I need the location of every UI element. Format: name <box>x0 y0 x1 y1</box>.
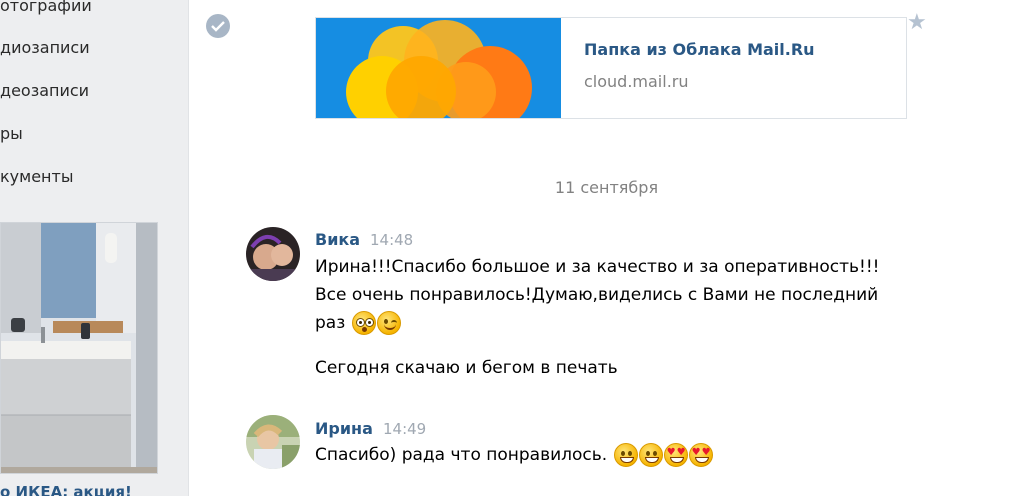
sidebar-item-games[interactable]: ры <box>0 124 23 144</box>
heart-eyes-emoji: ♥ ♥ <box>663 443 688 467</box>
avatar[interactable] <box>246 227 300 281</box>
message-text-line: Ирина!!!Спасибо большое и за качество и … <box>315 257 880 277</box>
link-title[interactable]: Папка из Облака Mail.Ru <box>584 40 815 59</box>
message-time[interactable]: 14:48 <box>370 231 413 249</box>
left-sidebar: отографии диозаписи деозаписи ры кументы… <box>0 0 188 496</box>
message-time[interactable]: 14:49 <box>383 420 426 438</box>
message-author[interactable]: Вика <box>315 230 360 249</box>
message-text: раз <box>315 313 346 333</box>
sidebar-item-audio[interactable]: диозаписи <box>0 38 90 58</box>
sidebar-item-video[interactable]: деозаписи <box>0 81 89 101</box>
message-text-line: раз <box>315 311 401 335</box>
heart-eyes-emoji: ♥ ♥ <box>688 443 713 467</box>
avatar[interactable] <box>246 415 300 469</box>
message-select-check-icon[interactable] <box>206 14 230 38</box>
message-text-line: Все очень понравилось!Думаю,виделись с В… <box>315 285 879 305</box>
grinning-face-emoji <box>613 443 638 467</box>
winking-face-emoji <box>376 311 401 335</box>
sidebar-divider <box>188 0 189 496</box>
link-url: cloud.mail.ru <box>584 72 689 91</box>
flushed-face-emoji <box>351 311 376 335</box>
sidebar-item-documents[interactable]: кументы <box>0 167 73 187</box>
message-author[interactable]: Ирина <box>315 419 373 438</box>
grinning-face-emoji <box>638 443 663 467</box>
ad-title[interactable]: о ИКЕА: акция! <box>0 483 132 496</box>
bathroom-photo <box>1 223 157 473</box>
cloud-mail-thumbnail <box>316 18 561 118</box>
message-text-line: Сегодня скачаю и бегом в печать <box>315 358 618 378</box>
link-attachment-card[interactable]: Папка из Облака Mail.Ru cloud.mail.ru <box>315 17 907 119</box>
star-icon[interactable]: ★ <box>907 12 927 34</box>
ad-image[interactable] <box>0 222 158 474</box>
sidebar-item-photos[interactable]: отографии <box>0 0 92 16</box>
date-separator: 11 сентября <box>554 178 659 197</box>
message-text: Спасибо) рада что понравилось. <box>315 445 608 465</box>
message-text-line: Спасибо) рада что понравилось. ♥ ♥ ♥ ♥ <box>315 443 713 467</box>
